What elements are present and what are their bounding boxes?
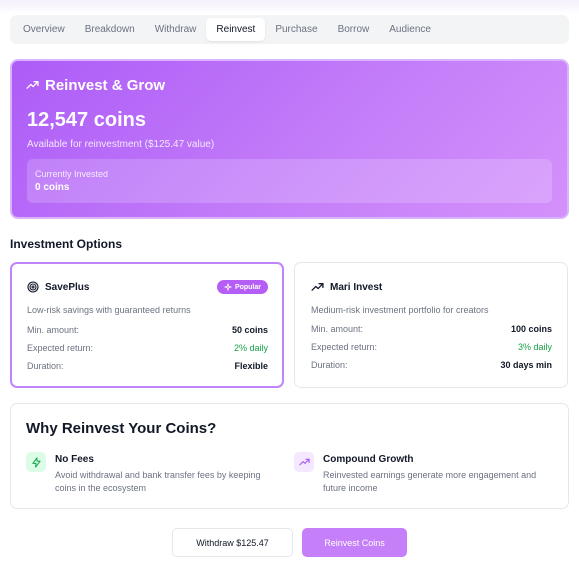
expected-return-row: Expected return: 2% daily <box>27 343 268 353</box>
min-amount-row: Min. amount: 50 coins <box>27 325 268 335</box>
currently-invested-label: Currently Invested <box>35 169 109 179</box>
expected-return-value: 2% daily <box>233 343 268 353</box>
min-amount-label: Min. amount: <box>27 325 80 335</box>
available-subtitle: Available for reinvestment ($125.47 valu… <box>27 139 215 150</box>
tab-withdraw[interactable]: Withdraw <box>145 18 207 41</box>
expected-return-label: Expected return: <box>27 343 94 353</box>
option-header: SavePlus <box>27 281 89 293</box>
expected-return-label: Expected return: <box>311 342 378 352</box>
currently-invested-box: Currently Invested 0 coins <box>27 159 552 203</box>
lightning-icon <box>31 456 41 468</box>
reinvest-hero-card: Reinvest & Grow 12,547 coins Available f… <box>10 59 569 219</box>
option-card-saveplus[interactable]: SavePlus Popular Low-risk savings with g… <box>10 262 284 388</box>
option-card-mari-invest[interactable]: Mari Invest Medium-risk investment portf… <box>294 262 568 388</box>
tab-overview[interactable]: Overview <box>13 18 75 41</box>
option-name: SavePlus <box>45 281 90 293</box>
tab-audience[interactable]: Audience <box>379 18 441 41</box>
trending-up-icon <box>311 283 324 291</box>
tab-borrow[interactable]: Borrow <box>328 18 380 41</box>
duration-value: 30 days min <box>500 360 552 370</box>
available-coins: 12,547 coins <box>27 109 146 131</box>
sparkle-icon <box>224 283 232 291</box>
hero-title: Reinvest & Grow <box>45 77 166 94</box>
duration-label: Duration: <box>311 360 348 370</box>
hero-title-row: Reinvest & Grow <box>26 77 165 94</box>
option-name: Mari Invest <box>330 282 383 293</box>
option-header: Mari Invest <box>311 281 382 294</box>
target-icon <box>27 281 39 293</box>
option-description: Low-risk savings with guaranteed returns <box>27 305 191 315</box>
duration-label: Duration: <box>27 361 64 371</box>
tab-reinvest[interactable]: Reinvest <box>206 18 266 41</box>
benefit-text: Avoid withdrawal and bank transfer fees … <box>55 470 261 493</box>
popular-badge: Popular <box>216 280 268 294</box>
benefit-icon-box <box>294 452 314 472</box>
benefit-title: Compound Growth <box>323 454 414 465</box>
investment-options-title: Investment Options <box>10 237 123 251</box>
reinvest-coins-button[interactable]: Reinvest Coins <box>302 528 407 557</box>
min-amount-value: 50 coins <box>231 325 268 335</box>
min-amount-label: Min. amount: <box>311 324 364 334</box>
why-reinvest-card: Why Reinvest Your Coins? No Fees Avoid w… <box>10 403 569 509</box>
duration-row: Duration: 30 days min <box>311 360 552 370</box>
badge-label: Popular <box>234 283 261 291</box>
benefit-text: Reinvested earnings generate more engage… <box>323 470 537 493</box>
withdraw-button[interactable]: Withdraw $125.47 <box>172 528 293 557</box>
expected-return-row: Expected return: 3% daily <box>311 342 552 352</box>
min-amount-value: 100 coins <box>510 324 552 334</box>
currently-invested-value: 0 coins <box>35 182 70 193</box>
tab-purchase[interactable]: Purchase <box>265 18 327 41</box>
benefit-icon-box <box>26 452 46 472</box>
why-reinvest-title: Why Reinvest Your Coins? <box>26 420 217 437</box>
tab-bar: Overview Breakdown Withdraw Reinvest Pur… <box>10 15 569 44</box>
duration-value: Flexible <box>234 361 268 371</box>
option-description: Medium-risk investment portfolio for cre… <box>311 305 489 315</box>
expected-return-value: 3% daily <box>517 342 552 352</box>
trending-up-icon <box>26 81 39 89</box>
tab-breakdown[interactable]: Breakdown <box>75 18 145 41</box>
trending-up-icon <box>298 458 310 465</box>
duration-row: Duration: Flexible <box>27 361 268 371</box>
benefit-title: No Fees <box>55 454 94 465</box>
min-amount-row: Min. amount: 100 coins <box>311 324 552 334</box>
